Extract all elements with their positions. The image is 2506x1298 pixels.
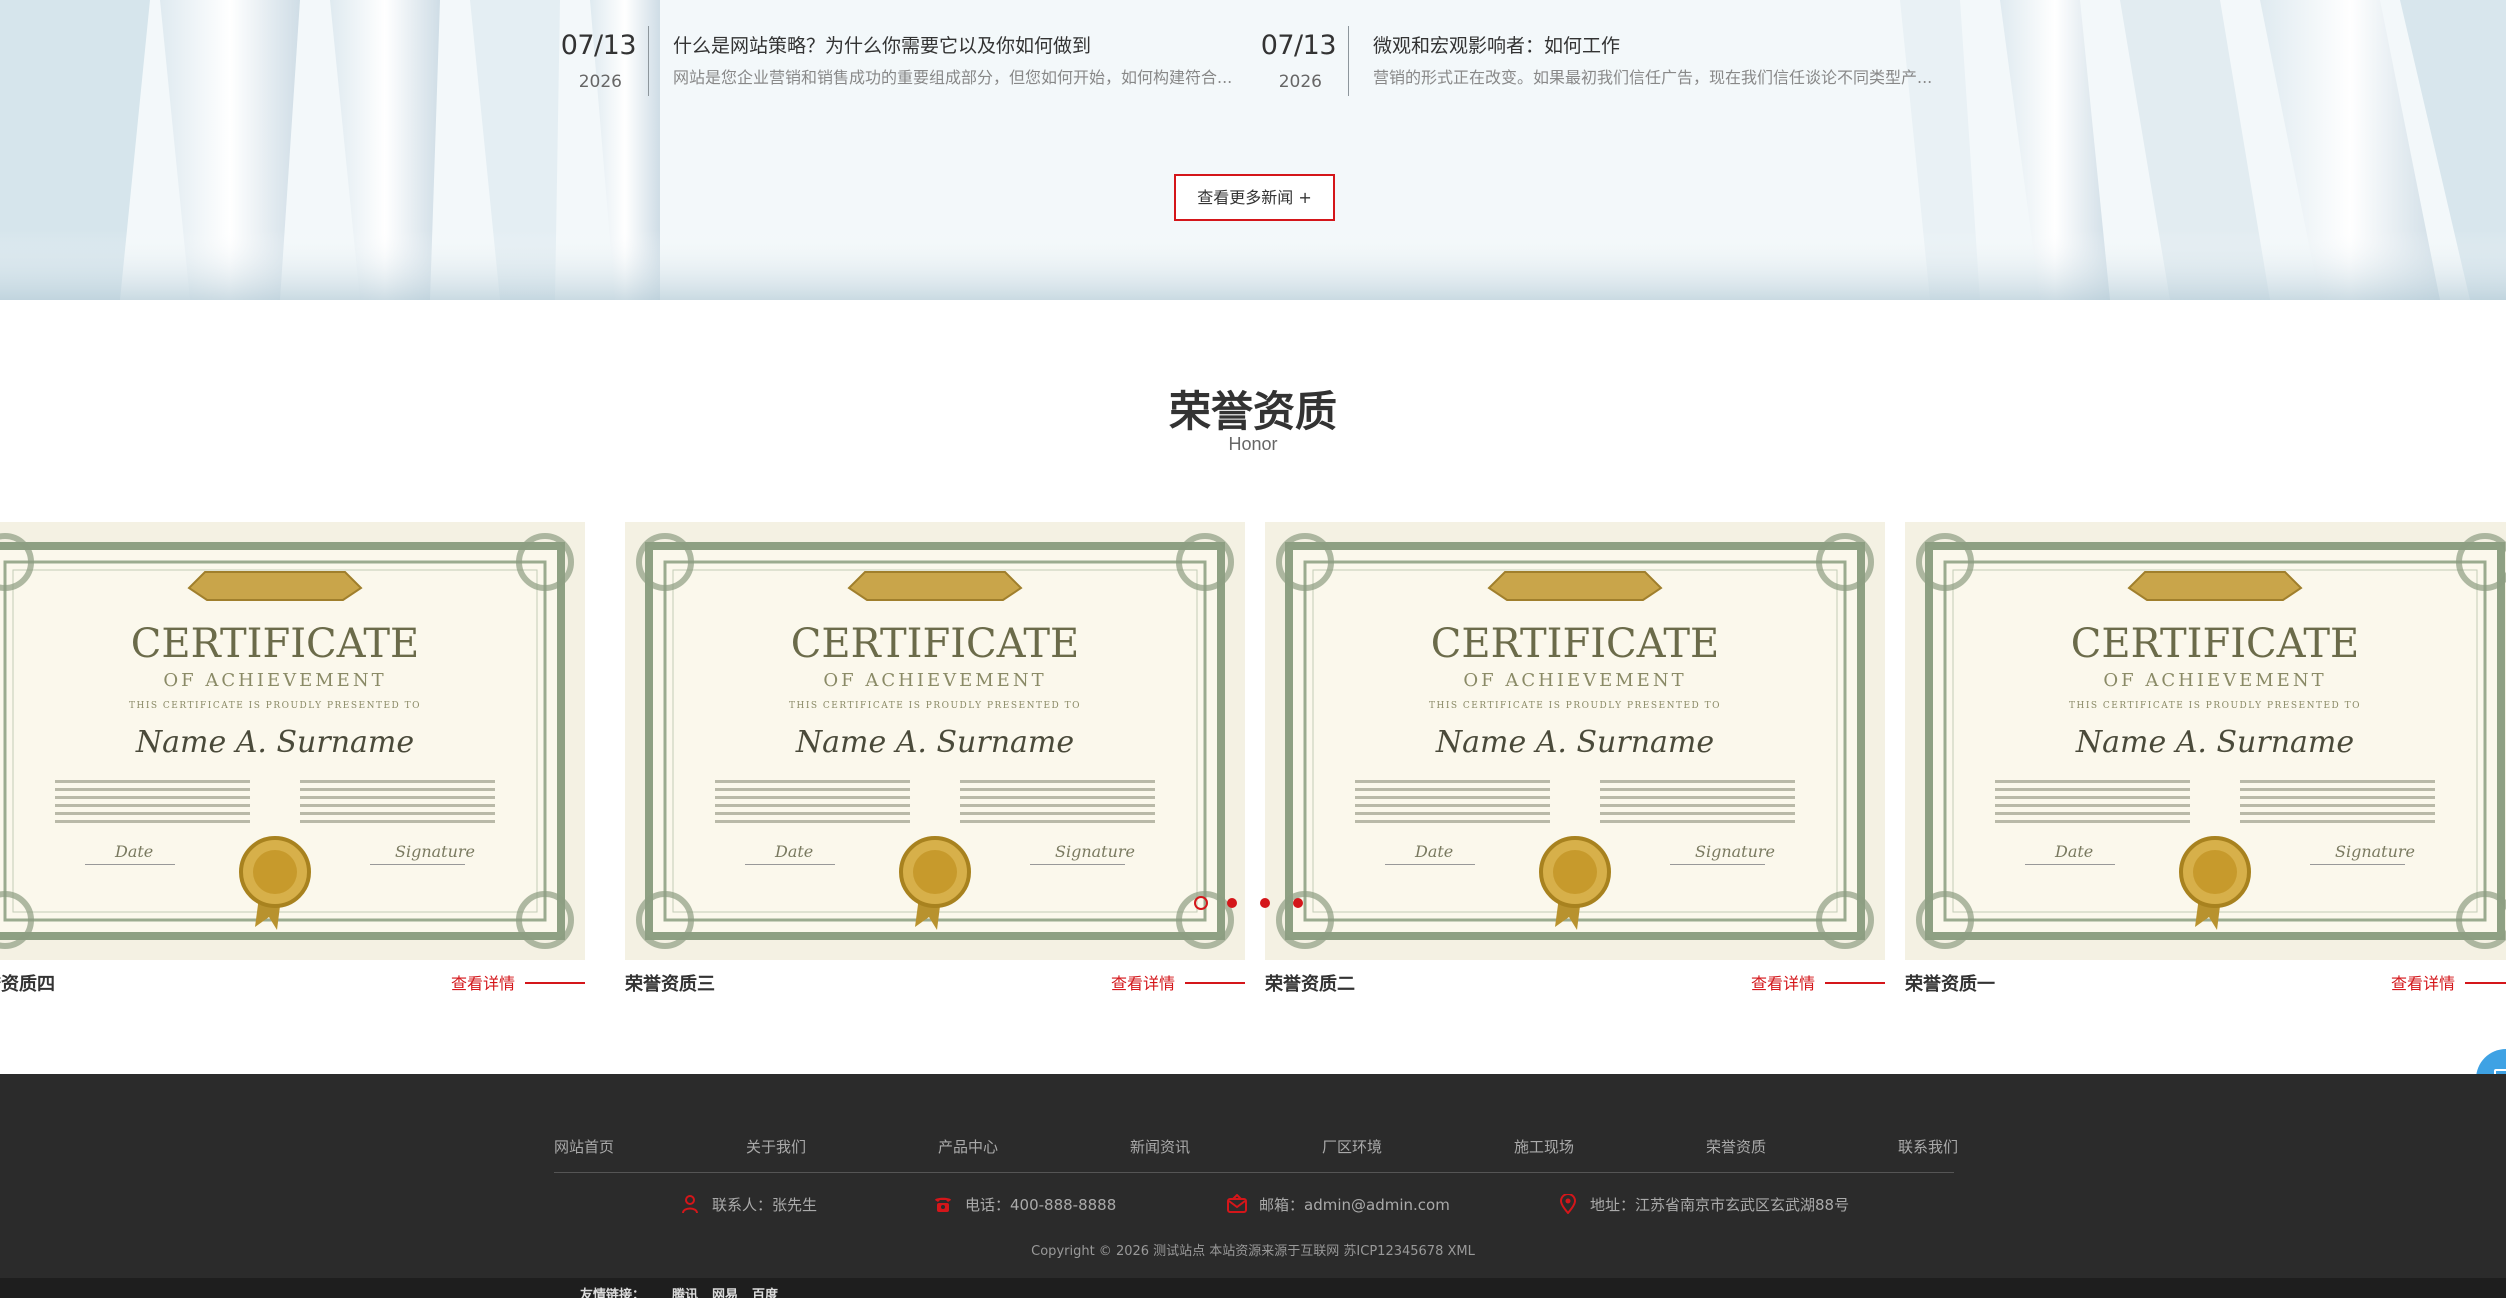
footer: 网站首页 关于我们 产品中心 新闻资讯 厂区环境 施工现场 荣誉资质 联系我们 … bbox=[0, 1074, 2506, 1278]
footer-link-products[interactable]: 产品中心 bbox=[938, 1136, 998, 1157]
news-summary: 网站是您企业营销和销售成功的重要组成部分，但您如何开始，如何构建符合... bbox=[673, 68, 1233, 87]
news-item[interactable]: 07/13 2026 微观和宏观影响者：如何工作 营销的形式正在改变。如果最初我… bbox=[1261, 26, 1974, 96]
svg-text:OF ACHIEVEMENT: OF ACHIEVEMENT bbox=[163, 670, 386, 691]
svg-text:Date: Date bbox=[2054, 842, 2093, 861]
honor-slide[interactable]: CERTIFICATE OF ACHIEVEMENT THIS CERTIFICAT… bbox=[625, 522, 1246, 1002]
honor-caption: 荣誉资质二 bbox=[1265, 974, 1355, 995]
copyright-text: Copyright © 2026 测试站点 本站资源来源于互联网 苏ICP123… bbox=[1031, 1244, 1475, 1259]
news-item[interactable]: 07/13 2026 什么是网站策略？为什么你需要它以及你如何做到 网站是您企业… bbox=[561, 26, 1274, 96]
carousel-dot[interactable] bbox=[1194, 896, 1208, 910]
svg-text:Signature: Signature bbox=[395, 842, 475, 861]
location-pin-icon bbox=[1559, 1194, 1577, 1214]
footer-link-about[interactable]: 关于我们 bbox=[746, 1136, 806, 1157]
footer-link-construction[interactable]: 施工现场 bbox=[1514, 1136, 1574, 1157]
phone-icon bbox=[935, 1197, 951, 1212]
view-details-link[interactable]: 查看详情 bbox=[1751, 970, 1886, 994]
carousel-dot[interactable] bbox=[1293, 898, 1303, 908]
friend-link-baidu[interactable]: 百度 bbox=[752, 1284, 778, 1298]
news-day: 07/13 bbox=[560, 30, 637, 61]
svg-text:Name A. Surname: Name A. Surname bbox=[795, 725, 1074, 760]
svg-text:CERTIFICATE: CERTIFICATE bbox=[2071, 621, 2359, 667]
friend-links-bar: 友情链接： 腾讯 网易 百度 bbox=[0, 1278, 2506, 1298]
honor-slide[interactable]: CERTIFICATE OF ACHIEVEMENT THIS CERTIFICAT… bbox=[1905, 522, 2506, 1002]
svg-text:OF ACHIEVEMENT: OF ACHIEVEMENT bbox=[2103, 670, 2326, 691]
svg-text:CERTIFICATE: CERTIFICATE bbox=[791, 621, 1079, 667]
news-title-link[interactable]: 微观和宏观影响者：如何工作 bbox=[1373, 31, 1620, 58]
svg-text:THIS CERTIFICATE IS PROUDLY PR: THIS CERTIFICATE IS PROUDLY PRESENTED TO bbox=[1429, 701, 1721, 711]
svg-text:Date: Date bbox=[1414, 842, 1453, 861]
news-summary: 营销的形式正在改变。如果最初我们信任广告，现在我们信任谈论不同类型产... bbox=[1373, 68, 1933, 87]
news-date: 07/13 2026 bbox=[1261, 26, 1349, 96]
footer-link-factory[interactable]: 厂区环境 bbox=[1322, 1136, 1382, 1157]
svg-text:CERTIFICATE: CERTIFICATE bbox=[131, 621, 419, 667]
footer-link-news[interactable]: 新闻资讯 bbox=[1130, 1136, 1190, 1157]
footer-nav: 网站首页 关于我们 产品中心 新闻资讯 厂区环境 施工现场 荣誉资质 联系我们 bbox=[554, 1136, 1958, 1157]
divider bbox=[554, 1172, 1954, 1173]
certificate-image[interactable]: CERTIFICATE OF ACHIEVEMENT THIS CERTIFICAT… bbox=[0, 522, 585, 960]
view-details-link[interactable]: 查看详情 bbox=[2391, 970, 2506, 994]
svg-text:THIS CERTIFICATE IS PROUDLY PR: THIS CERTIFICATE IS PROUDLY PRESENTED TO bbox=[129, 701, 421, 711]
footer-link-honor[interactable]: 荣誉资质 bbox=[1706, 1136, 1766, 1157]
svg-text:CERTIFICATE: CERTIFICATE bbox=[1431, 621, 1719, 667]
news-section: 07/13 2026 什么是网站策略？为什么你需要它以及你如何做到 网站是您企业… bbox=[0, 0, 2506, 300]
certificate-image[interactable]: CERTIFICATE OF ACHIEVEMENT THIS CERTIFICAT… bbox=[1265, 522, 1885, 960]
svg-text:Name A. Surname: Name A. Surname bbox=[135, 725, 414, 760]
footer-link-home[interactable]: 网站首页 bbox=[554, 1136, 614, 1157]
svg-text:OF ACHIEVEMENT: OF ACHIEVEMENT bbox=[1463, 670, 1686, 691]
more-news-button[interactable]: 查看更多新闻 + bbox=[1174, 174, 1335, 221]
svg-text:THIS CERTIFICATE IS PROUDLY PR: THIS CERTIFICATE IS PROUDLY PRESENTED TO bbox=[789, 701, 1081, 711]
svg-text:Date: Date bbox=[774, 842, 813, 861]
person-icon bbox=[682, 1195, 698, 1214]
carousel-pagination bbox=[1194, 896, 1334, 912]
svg-text:THIS CERTIFICATE IS PROUDLY PR: THIS CERTIFICATE IS PROUDLY PRESENTED TO bbox=[2069, 701, 2361, 711]
friend-link-netease[interactable]: 网易 bbox=[712, 1284, 738, 1298]
honor-slide[interactable]: CERTIFICATE OF ACHIEVEMENT THIS CERTIFICAT… bbox=[1265, 522, 1886, 1002]
honor-caption: 荣誉资质四 bbox=[0, 974, 55, 995]
honor-caption: 荣誉资质一 bbox=[1905, 974, 1995, 995]
view-details-link[interactable]: 查看详情 bbox=[1111, 970, 1246, 994]
svg-text:OF ACHIEVEMENT: OF ACHIEVEMENT bbox=[823, 670, 1046, 691]
svg-text:Signature: Signature bbox=[1055, 842, 1135, 861]
honor-slide[interactable]: CERTIFICATE OF ACHIEVEMENT THIS CERTIFICAT… bbox=[0, 522, 586, 1002]
friend-links-label: 友情链接： bbox=[580, 1288, 646, 1298]
friend-link-tencent[interactable]: 腾讯 bbox=[672, 1284, 698, 1298]
carousel-dot[interactable] bbox=[1227, 898, 1237, 908]
mail-icon bbox=[1227, 1194, 1247, 1213]
svg-text:Signature: Signature bbox=[1695, 842, 1775, 861]
view-details-link[interactable]: 查看详情 bbox=[451, 970, 586, 994]
news-title-link[interactable]: 什么是网站策略？为什么你需要它以及你如何做到 bbox=[673, 31, 1091, 58]
svg-text:Date: Date bbox=[114, 842, 153, 861]
news-date: 07/13 2026 bbox=[561, 26, 649, 96]
footer-link-contact[interactable]: 联系我们 bbox=[1898, 1136, 1958, 1157]
svg-text:Name A. Surname: Name A. Surname bbox=[1435, 725, 1714, 760]
news-day: 07/13 bbox=[1260, 30, 1337, 61]
certificate-image[interactable]: CERTIFICATE OF ACHIEVEMENT THIS CERTIFICAT… bbox=[625, 522, 1245, 960]
news-year: 2026 bbox=[578, 72, 622, 92]
section-subtitle: Honor bbox=[1228, 434, 1278, 454]
svg-text:Name A. Surname: Name A. Surname bbox=[2075, 725, 2354, 760]
honor-caption: 荣誉资质三 bbox=[625, 974, 715, 995]
certificate-image[interactable]: CERTIFICATE OF ACHIEVEMENT THIS CERTIFICAT… bbox=[1905, 522, 2506, 960]
carousel-dot[interactable] bbox=[1260, 898, 1270, 908]
news-year: 2026 bbox=[1278, 72, 1322, 92]
section-title: 荣誉资质 bbox=[1168, 387, 1337, 436]
svg-text:Signature: Signature bbox=[2335, 842, 2415, 861]
